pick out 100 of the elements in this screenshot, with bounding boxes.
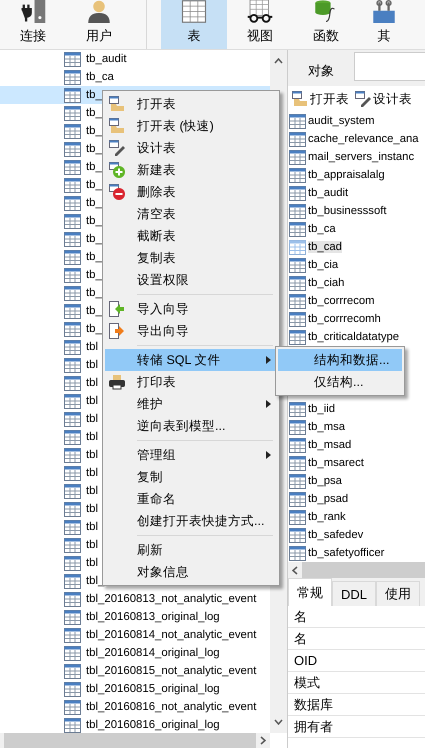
scrollbar-thumb[interactable] <box>302 562 425 578</box>
object-item[interactable]: tb_appraisalalg <box>308 169 385 181</box>
object-item[interactable]: tb_psa <box>308 475 342 487</box>
object-item[interactable]: tb_cad <box>308 241 342 253</box>
properties-tab[interactable]: DDL <box>332 581 376 606</box>
tree-item[interactable]: tbl <box>86 395 98 407</box>
menu-item[interactable]: 复制 <box>105 466 277 488</box>
toolbar-button[interactable]: 连接 <box>0 0 66 49</box>
menu-item[interactable]: 仅结构... <box>278 371 402 393</box>
menu-item[interactable]: 对象信息 <box>105 561 277 583</box>
tree-item[interactable]: tb_ <box>86 179 102 191</box>
open-table-button[interactable]: 打开表 <box>292 90 349 108</box>
menu-item[interactable]: 重命名 <box>105 488 277 510</box>
properties-tab[interactable]: 使用 <box>376 581 420 606</box>
tree-item[interactable]: tbl <box>86 359 98 371</box>
object-item[interactable]: tb_msa <box>308 421 346 433</box>
toolbar-button[interactable]: 函数 <box>293 0 359 49</box>
properties-tab[interactable]: 常规 <box>288 578 332 606</box>
tree-item[interactable]: tbl <box>86 539 98 551</box>
object-item[interactable]: tb_corrrecomh <box>308 313 381 325</box>
tree-item[interactable]: tbl_ <box>86 575 104 587</box>
tree-item[interactable]: tbl <box>86 485 98 497</box>
menu-item[interactable]: 维护 <box>105 393 277 415</box>
tree-item[interactable]: tbl <box>86 503 98 515</box>
object-item[interactable]: tb_iid <box>308 403 336 415</box>
object-item[interactable]: tb_rank <box>308 511 346 523</box>
toolbar-button[interactable]: 视图 <box>227 0 293 49</box>
tree-item[interactable]: tbl <box>86 413 98 425</box>
tree-item[interactable]: tb_audit <box>86 53 127 65</box>
menu-item[interactable]: 设置权限 <box>105 269 277 291</box>
menu-item[interactable]: 刷新 <box>105 539 277 561</box>
toolbar-button[interactable]: 其 <box>359 0 409 49</box>
tree-item[interactable]: tb_ <box>86 89 102 101</box>
object-item[interactable]: tb_criticaldatatype <box>308 331 400 343</box>
object-item[interactable]: mail_servers_instanc <box>308 151 414 163</box>
tree-item[interactable]: tb_ <box>86 251 102 263</box>
scrollbar-thumb[interactable] <box>4 733 256 748</box>
tree-item[interactable]: tbl_20160816_original_log <box>86 719 220 731</box>
tree-item[interactable]: tb_ <box>86 125 102 137</box>
object-item[interactable]: tb_safetyofficer <box>308 547 384 559</box>
object-item[interactable]: tb_cia <box>308 259 338 271</box>
object-item[interactable]: tb_safedev <box>308 529 364 541</box>
tree-item[interactable]: tb_ <box>86 323 102 335</box>
menu-item[interactable]: 管理组 <box>105 444 277 466</box>
object-item[interactable]: tb_msarect <box>308 457 364 469</box>
menu-item[interactable]: 结构和数据... <box>278 349 402 371</box>
object-item[interactable]: tb_msad <box>308 439 352 451</box>
menu-item[interactable]: 导出向导 <box>105 320 277 342</box>
design-table-button[interactable]: 设计表 <box>355 90 412 108</box>
tree-item[interactable]: tbl_20160815_not_analytic_event <box>86 665 256 677</box>
tree-item[interactable]: tbl_20160816_not_analytic_event <box>86 701 256 713</box>
menu-item[interactable]: 打开表 (快速) <box>105 115 277 137</box>
tree-item[interactable]: tbl <box>86 449 98 461</box>
scroll-down-icon[interactable] <box>274 719 283 725</box>
object-item[interactable]: tb_ciah <box>308 277 344 289</box>
tree-item[interactable]: tbl_20160813_not_analytic_event <box>86 593 256 605</box>
scroll-left-icon[interactable] <box>292 566 298 574</box>
object-item[interactable]: cache_relevance_ana <box>308 133 419 145</box>
tree-item[interactable]: tbl <box>86 341 98 353</box>
scroll-right-icon[interactable] <box>260 736 266 745</box>
menu-item[interactable]: 转储 SQL 文件 <box>105 349 277 371</box>
tree-item[interactable]: tbl <box>86 557 98 569</box>
menu-item[interactable]: 打开表 <box>105 93 277 115</box>
toolbar-button[interactable]: 表 <box>161 0 227 49</box>
tree-item[interactable]: tbl_20160815_original_log <box>86 683 220 695</box>
tree-item[interactable]: tb_ <box>86 287 102 299</box>
menu-item[interactable]: 逆向表到模型... <box>105 415 277 437</box>
tree-item[interactable]: tb_ <box>86 143 102 155</box>
tree-item[interactable]: tb_ <box>86 269 102 281</box>
menu-item[interactable]: 新建表 <box>105 159 277 181</box>
object-item[interactable]: audit_system <box>308 115 375 127</box>
object-item[interactable]: tb_ca <box>308 223 336 235</box>
tree-item[interactable]: tb_ <box>86 233 102 245</box>
tree-item[interactable]: tb_ca <box>86 71 114 83</box>
menu-item[interactable]: 清空表 <box>105 203 277 225</box>
scroll-up-icon[interactable] <box>274 58 283 64</box>
menu-item[interactable]: 设计表 <box>105 137 277 159</box>
menu-item[interactable]: 打印表 <box>105 371 277 393</box>
tree-item[interactable]: tb_ <box>86 305 102 317</box>
menu-item[interactable]: 创建打开表快捷方式... <box>105 510 277 532</box>
menu-item[interactable]: 删除表 <box>105 181 277 203</box>
menu-item[interactable]: 复制表 <box>105 247 277 269</box>
menu-item[interactable]: 导入向导 <box>105 298 277 320</box>
tree-item[interactable]: tbl <box>86 467 98 479</box>
tree-item[interactable]: tb_ <box>86 197 102 209</box>
object-item[interactable]: tb_corrrecom <box>308 295 375 307</box>
tree-item[interactable]: tbl_20160813_original_log <box>86 611 220 623</box>
tree-item[interactable]: tbl_20160814_original_log <box>86 647 220 659</box>
object-item[interactable]: tb_audit <box>308 187 348 199</box>
object-item[interactable]: tb_businesssoft <box>308 205 386 217</box>
tree-item[interactable]: tb_ <box>86 215 102 227</box>
tree-item[interactable]: tbl <box>86 521 98 533</box>
tree-item[interactable]: tb_ <box>86 161 102 173</box>
tree-item[interactable]: tbl <box>86 431 98 443</box>
tree-item[interactable]: tb_ <box>86 107 102 119</box>
tree-item[interactable]: tbl_20160814_not_analytic_event <box>86 629 256 641</box>
toolbar-button[interactable]: 用户 <box>66 0 132 49</box>
object-item[interactable]: tb_psad <box>308 493 348 505</box>
tree-item[interactable]: tbl <box>86 377 98 389</box>
menu-item[interactable]: 截断表 <box>105 225 277 247</box>
